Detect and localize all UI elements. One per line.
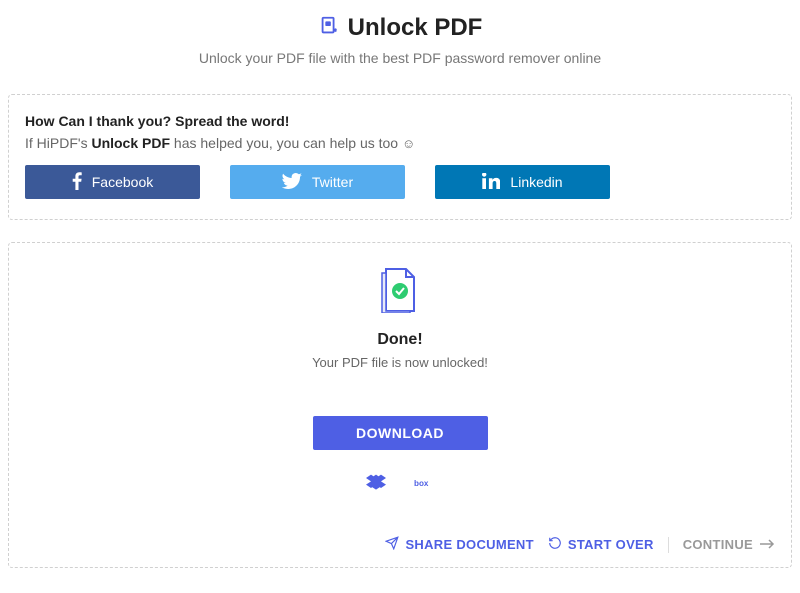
start-over-link[interactable]: START OVER xyxy=(548,536,654,553)
page-title: Unlock PDF xyxy=(348,14,483,42)
twitter-icon xyxy=(282,173,302,192)
svg-text:box: box xyxy=(414,479,429,488)
share-icon xyxy=(385,536,399,553)
done-label: Done! xyxy=(25,331,775,349)
unlock-icon xyxy=(318,15,340,42)
page-subtitle: Unlock your PDF file with the best PDF p… xyxy=(0,50,800,66)
done-subtitle: Your PDF file is now unlocked! xyxy=(25,355,775,370)
page-title-row: Unlock PDF xyxy=(0,14,800,42)
dropbox-icon[interactable] xyxy=(366,474,386,497)
document-success-icon xyxy=(380,267,420,313)
restart-icon xyxy=(548,536,562,553)
linkedin-button[interactable]: Linkedin xyxy=(435,165,610,199)
continue-link[interactable]: CONTINUE xyxy=(683,537,775,552)
divider xyxy=(668,537,669,553)
linkedin-icon xyxy=(482,173,500,192)
arrow-right-icon xyxy=(759,537,775,552)
share-panel: How Can I thank you? Spread the word! If… xyxy=(8,94,792,220)
result-panel: Done! Your PDF file is now unlocked! DOW… xyxy=(8,242,792,568)
share-subtext: If HiPDF's Unlock PDF has helped you, yo… xyxy=(25,135,775,151)
facebook-icon xyxy=(72,172,82,193)
download-button[interactable]: DOWNLOAD xyxy=(313,416,488,450)
twitter-button[interactable]: Twitter xyxy=(230,165,405,199)
box-icon[interactable]: box xyxy=(414,474,434,497)
share-document-link[interactable]: SHARE DOCUMENT xyxy=(385,536,533,553)
facebook-button[interactable]: Facebook xyxy=(25,165,200,199)
share-heading: How Can I thank you? Spread the word! xyxy=(25,113,775,129)
